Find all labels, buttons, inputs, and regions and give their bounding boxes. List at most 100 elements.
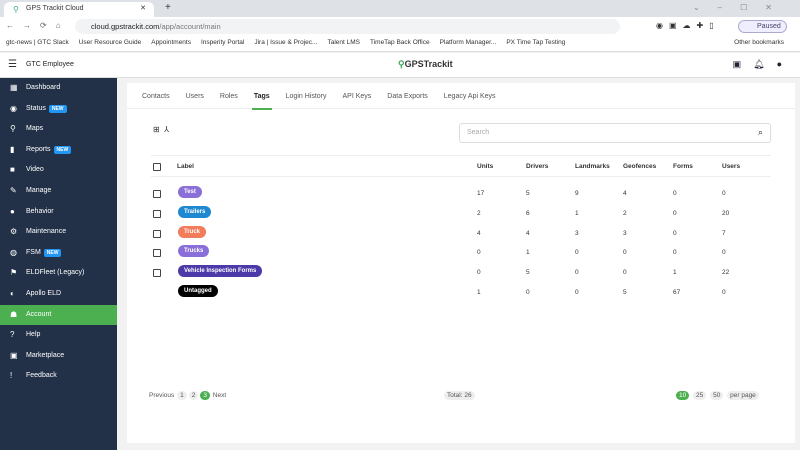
bookmark[interactable]: Jira | Issue & Projec... (254, 39, 317, 46)
sidebar-item-dashboard[interactable]: ▦ Dashboard (0, 78, 117, 99)
cell-units: 17 (477, 190, 485, 197)
search-icon[interactable]: ⌕ (758, 127, 763, 138)
sidebar-item-label: Maintenance (26, 228, 67, 236)
header-icons[interactable]: ▣🔔︎● (733, 59, 794, 70)
other-bookmarks[interactable]: Other bookmarks (734, 39, 784, 46)
merge-icon[interactable]: ⅄ (164, 125, 169, 134)
cell-forms: 1 (673, 269, 677, 277)
bookmark[interactable]: gtc-news | GTC Slack (6, 39, 69, 46)
select-all-checkbox[interactable] (153, 163, 161, 171)
table-row: Untagged 1 0 0 5 67 0 (151, 285, 771, 301)
cell-units: 2 (477, 209, 481, 217)
extension-icons[interactable]: ◉▣☁✚▯ (656, 21, 720, 30)
total-count: Total: 26 (443, 391, 476, 400)
bookmark[interactable]: PX Time Tap Testing (506, 39, 565, 46)
column-header-users[interactable]: Users (722, 163, 740, 170)
cell-drivers: 5 (526, 190, 530, 197)
row-checkbox[interactable] (153, 249, 161, 258)
tab-users[interactable]: Users (186, 93, 204, 100)
column-header-label[interactable]: Label (177, 163, 194, 170)
url-field[interactable]: cloud.gpstrackit.com/app/account/main (75, 19, 620, 34)
column-header-forms[interactable]: Forms (673, 163, 693, 170)
tab-tags[interactable]: Tags (251, 93, 272, 110)
sidebar-item-video[interactable]: ■ Video (0, 160, 117, 181)
tab-data-exports[interactable]: Data Exports (387, 93, 427, 100)
tag-label[interactable]: Vehicle Inspection Forms (178, 265, 263, 278)
new-badge: NEW (48, 104, 67, 113)
row-checkbox[interactable] (153, 229, 161, 238)
cell-landmarks: 9 (575, 190, 579, 197)
page-size-10[interactable]: 10 (676, 391, 690, 400)
page-1-button[interactable]: 1 (177, 391, 187, 400)
maintenance-icon: ⚙ (10, 227, 18, 237)
tab-legacy-api-keys[interactable]: Legacy Api Keys (444, 93, 496, 100)
tag-label[interactable]: Truck (178, 225, 207, 238)
column-header-units[interactable]: Units (477, 163, 493, 170)
sidebar-item-label: Reports (26, 145, 51, 153)
sidebar-item-fsm[interactable]: ◍ FSM NEW (0, 243, 117, 264)
bookmark[interactable]: Appointments (151, 39, 191, 46)
new-tab-icon[interactable]: + (165, 2, 171, 13)
bookmark[interactable]: Insperity Portal (201, 39, 244, 46)
sidebar-item-eldfleet-legacy-[interactable]: ⚑ ELDFleet (Legacy) (0, 263, 117, 284)
reports-icon: ▮ (10, 144, 15, 154)
page-size-50[interactable]: 50 (710, 391, 724, 400)
cell-forms: 0 (673, 229, 677, 237)
sidebar-item-label: Account (26, 310, 52, 318)
search-input[interactable]: Search ⌕ (459, 123, 771, 143)
table-row: Trucks 0 1 0 0 0 0 (151, 245, 771, 261)
row-checkbox[interactable] (153, 190, 161, 198)
bookmark[interactable]: Talent LMS (327, 39, 360, 46)
navigation-icons[interactable]: ←→⟳⌂ (6, 21, 70, 30)
profile-button[interactable]: Paused (738, 20, 787, 33)
tab-contacts[interactable]: Contacts (142, 93, 170, 100)
tab-api-keys[interactable]: API Keys (343, 93, 372, 100)
dashboard-icon: ▦ (10, 83, 18, 92)
help-icon: ? (10, 330, 15, 340)
tag-label[interactable]: Untagged (178, 285, 218, 297)
sidebar-item-behavior[interactable]: ● Behavior (0, 202, 117, 223)
sidebar-item-account[interactable]: ☗ Account (0, 304, 117, 326)
sidebar-item-maintenance[interactable]: ⚙ Maintenance (0, 222, 117, 243)
user-icon: ● (776, 59, 794, 69)
sidebar-item-status[interactable]: ◉ Status NEW (0, 99, 117, 120)
window-controls[interactable]: ⌄–☐✕ (693, 3, 790, 12)
close-tab-icon[interactable]: ✕ (140, 4, 146, 12)
previous-button[interactable]: Previous (149, 392, 174, 399)
sidebar-item-help[interactable]: ? Help (0, 325, 117, 346)
row-checkbox[interactable] (153, 269, 161, 278)
sidebar-item-feedback[interactable]: ! Feedback (0, 366, 117, 387)
page-2-button[interactable]: 2 (188, 391, 199, 400)
sidebar-item-maps[interactable]: ⚲ Maps (0, 119, 117, 140)
cell-landmarks: 3 (575, 229, 579, 237)
column-header-drivers[interactable]: Drivers (526, 163, 548, 170)
sidebar-item-reports[interactable]: ▮ Reports NEW (0, 140, 117, 161)
next-button[interactable]: Next (213, 392, 226, 399)
bookmark[interactable]: Platform Manager... (440, 39, 497, 46)
toolbar: ⊞ ⅄ (153, 125, 169, 134)
page-3-button[interactable]: 3 (200, 391, 210, 400)
tab-roles[interactable]: Roles (220, 93, 238, 100)
page-size-25[interactable]: 25 (693, 391, 707, 400)
account-name: GTC Employee (26, 61, 74, 68)
column-header-geofences[interactable]: Geofences (623, 163, 656, 170)
browser-tab[interactable]: ⚲ GPS Trackit Cloud ✕ (4, 2, 154, 17)
tag-label[interactable]: Trucks (178, 245, 210, 258)
cell-units: 0 (477, 269, 481, 277)
row-checkbox[interactable] (153, 209, 161, 218)
profile-status: Paused (757, 23, 781, 30)
bookmark[interactable]: User Resource Guide (79, 39, 142, 46)
add-tag-icon[interactable]: ⊞ (153, 125, 160, 134)
bookmark[interactable]: TimeTap Back Office (370, 39, 430, 46)
per-page-label: per page (727, 391, 759, 400)
sidebar-item-apollo-eld[interactable]: ◐ Apollo ELD (0, 284, 117, 305)
sidebar-item-manage[interactable]: ✎ Manage (0, 181, 117, 202)
sidebar-item-marketplace[interactable]: ▣ Marketplace (0, 346, 117, 367)
tab-login-history[interactable]: Login History (286, 93, 327, 100)
app-header: ☰ GTC Employee ⚲GPSTrackit ▣🔔︎● (0, 53, 800, 78)
column-header-landmarks[interactable]: Landmarks (575, 163, 610, 170)
hamburger-menu-icon[interactable]: ☰ (8, 59, 17, 70)
tag-label[interactable]: Trailers (178, 205, 212, 218)
cell-forms: 0 (673, 209, 677, 217)
tag-label[interactable]: Test (178, 186, 202, 198)
